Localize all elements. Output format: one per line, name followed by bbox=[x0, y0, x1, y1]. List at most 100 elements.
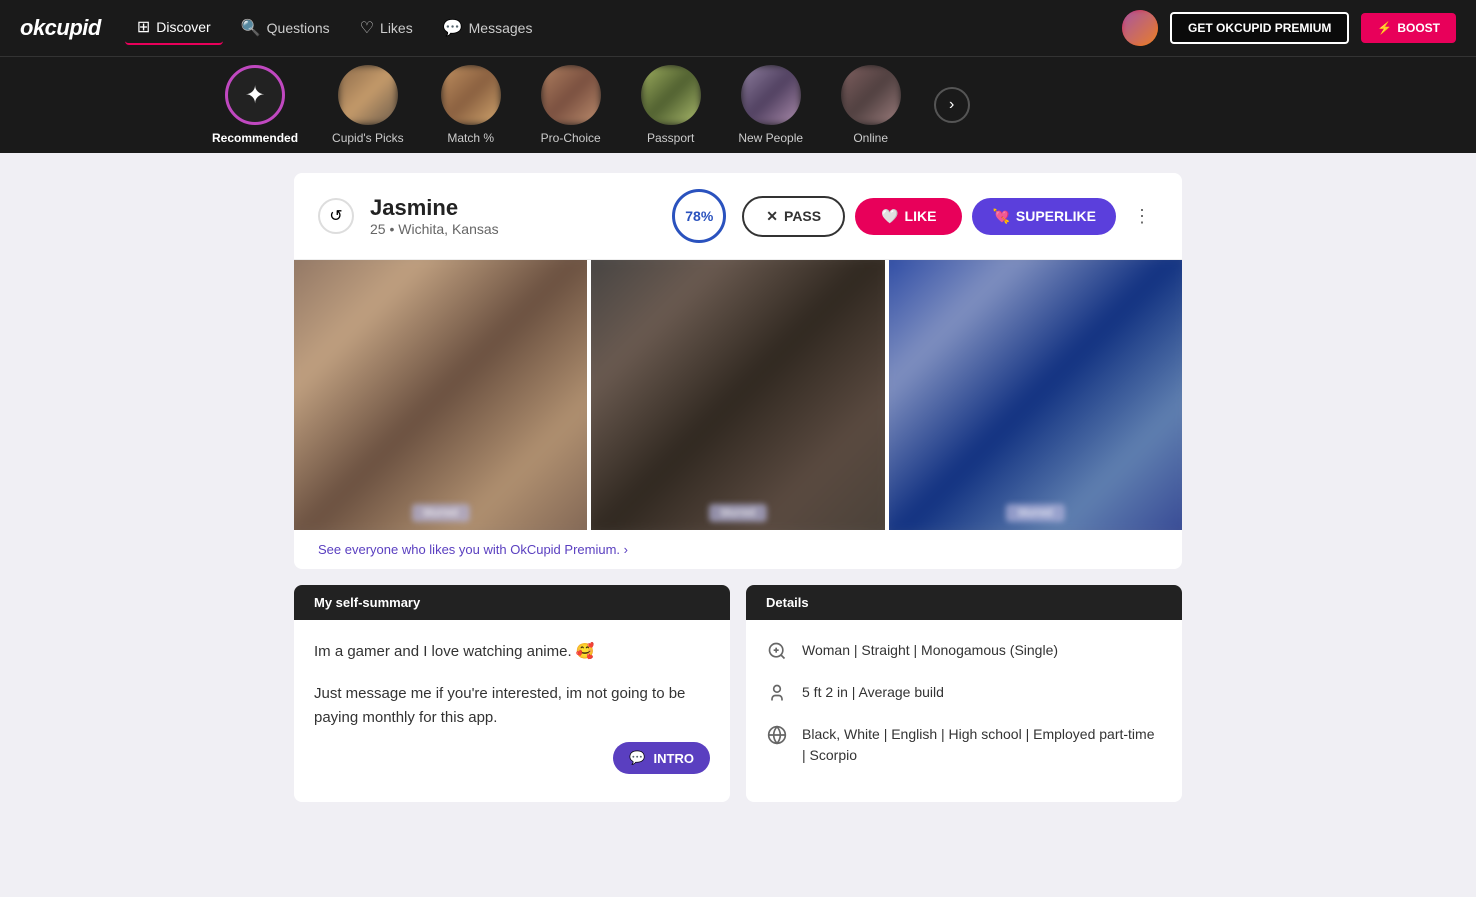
online-thumb bbox=[841, 65, 901, 125]
profile-name: Jasmine bbox=[370, 195, 656, 221]
avatar[interactable] bbox=[1122, 10, 1158, 46]
photo-1-image bbox=[294, 260, 587, 530]
profile-name-block: Jasmine 25 • Wichita, Kansas bbox=[370, 195, 656, 237]
photo-3-tag: blurred bbox=[1006, 504, 1064, 522]
pro-choice-label: Pro-Choice bbox=[541, 131, 601, 145]
new-people-thumb-img bbox=[741, 65, 801, 125]
action-buttons: ✕ PASS 🤍 LIKE 💘 SUPERLIKE ⋮ bbox=[742, 196, 1158, 237]
details-section: Details Woman | Straight | Monogamous (S… bbox=[746, 585, 1182, 802]
detail-row-background: Black, White | English | High school | E… bbox=[766, 724, 1162, 766]
category-match[interactable]: Match % bbox=[426, 57, 516, 153]
passport-thumb-img bbox=[641, 65, 701, 125]
photo-2[interactable]: blurred bbox=[591, 260, 884, 530]
nav-items: ⊞ Discover 🔍 Questions ♡ Likes 💬 Message… bbox=[125, 11, 1098, 45]
self-summary-section: My self-summary Im a gamer and I love wa… bbox=[294, 585, 730, 802]
category-pro-choice[interactable]: Pro-Choice bbox=[526, 57, 616, 153]
detail-row-gender: Woman | Straight | Monogamous (Single) bbox=[766, 640, 1162, 666]
detail-gender-text: Woman | Straight | Monogamous (Single) bbox=[802, 640, 1058, 661]
passport-thumb bbox=[641, 65, 701, 125]
nav-discover-label: Discover bbox=[156, 19, 210, 35]
nav-discover[interactable]: ⊞ Discover bbox=[125, 11, 223, 45]
globe-icon bbox=[766, 725, 788, 750]
detail-background-text: Black, White | English | High school | E… bbox=[802, 724, 1162, 766]
more-options-button[interactable]: ⋮ bbox=[1126, 200, 1158, 232]
discover-icon: ⊞ bbox=[137, 17, 150, 37]
nav-messages[interactable]: 💬 Messages bbox=[431, 12, 545, 44]
pro-choice-thumb-img bbox=[541, 65, 601, 125]
main-content: ↺ Jasmine 25 • Wichita, Kansas 78% ✕ PAS… bbox=[278, 153, 1198, 838]
photo-2-image bbox=[591, 260, 884, 530]
next-button[interactable]: › bbox=[934, 87, 970, 123]
nav-likes-label: Likes bbox=[380, 20, 413, 36]
like-button[interactable]: 🤍 LIKE bbox=[855, 198, 962, 235]
premium-button[interactable]: GET OKCUPID PREMIUM bbox=[1170, 12, 1349, 44]
summary-line-1: Im a gamer and I love watching anime. 🥰 bbox=[314, 640, 710, 664]
category-passport[interactable]: Passport bbox=[626, 57, 716, 153]
photo-2-tag: blurred bbox=[709, 504, 767, 522]
profile-header: ↺ Jasmine 25 • Wichita, Kansas 78% ✕ PAS… bbox=[294, 173, 1182, 260]
profile-card: ↺ Jasmine 25 • Wichita, Kansas 78% ✕ PAS… bbox=[294, 173, 1182, 569]
cupids-picks-label: Cupid's Picks bbox=[332, 131, 404, 145]
logo[interactable]: okcupid bbox=[20, 15, 101, 41]
intro-icon: 💬 bbox=[629, 750, 645, 766]
profile-city: Wichita, Kansas bbox=[398, 221, 498, 237]
category-recommended[interactable]: ✦ Recommended bbox=[200, 57, 310, 153]
photo-3[interactable]: blurred bbox=[889, 260, 1182, 530]
category-new-people[interactable]: New People bbox=[726, 57, 816, 153]
match-thumb bbox=[441, 65, 501, 125]
recommended-label: Recommended bbox=[212, 131, 298, 145]
questions-icon: 🔍 bbox=[241, 18, 261, 38]
cupids-picks-thumb-img bbox=[338, 65, 398, 125]
recommended-thumb: ✦ bbox=[225, 65, 285, 125]
new-people-label: New People bbox=[738, 131, 803, 145]
detail-row-height: 5 ft 2 in | Average build bbox=[766, 682, 1162, 708]
match-percentage: 78% bbox=[685, 208, 713, 224]
pass-label: PASS bbox=[784, 208, 821, 224]
pro-choice-thumb bbox=[541, 65, 601, 125]
superlike-button[interactable]: 💘 SUPERLIKE bbox=[972, 198, 1116, 235]
premium-prompt[interactable]: See everyone who likes you with OkCupid … bbox=[294, 530, 1182, 569]
details-body: Woman | Straight | Monogamous (Single) 5… bbox=[746, 620, 1182, 802]
profile-location-separator: • bbox=[389, 221, 398, 237]
messages-icon: 💬 bbox=[443, 18, 463, 38]
cupids-picks-thumb bbox=[338, 65, 398, 125]
superlike-icon: 💘 bbox=[992, 208, 1009, 225]
details-header: Details bbox=[746, 585, 1182, 620]
match-thumb-img bbox=[441, 65, 501, 125]
intro-label: INTRO bbox=[654, 751, 694, 766]
recommended-icon: ✦ bbox=[245, 81, 265, 110]
new-people-thumb bbox=[741, 65, 801, 125]
intro-button[interactable]: 💬 INTRO bbox=[613, 742, 710, 774]
boost-icon: ⚡ bbox=[1377, 21, 1392, 35]
category-online[interactable]: Online bbox=[826, 57, 916, 153]
boost-label: BOOST bbox=[1397, 21, 1440, 35]
detail-height-text: 5 ft 2 in | Average build bbox=[802, 682, 944, 703]
height-icon bbox=[766, 683, 788, 708]
category-bar: ✦ Recommended Cupid's Picks Match % Pro-… bbox=[0, 56, 1476, 153]
nav-questions[interactable]: 🔍 Questions bbox=[229, 12, 342, 44]
summary-line-2: Just message me if you're interested, im… bbox=[314, 682, 710, 730]
gender-icon bbox=[766, 641, 788, 666]
photos-row: blurred blurred blurred bbox=[294, 260, 1182, 530]
photo-1[interactable]: blurred bbox=[294, 260, 587, 530]
online-label: Online bbox=[853, 131, 888, 145]
nav-questions-label: Questions bbox=[267, 20, 330, 36]
avatar-image bbox=[1122, 10, 1158, 46]
passport-label: Passport bbox=[647, 131, 694, 145]
match-circle: 78% bbox=[672, 189, 726, 243]
pass-button[interactable]: ✕ PASS bbox=[742, 196, 845, 237]
boost-button[interactable]: ⚡ BOOST bbox=[1361, 13, 1456, 43]
pass-icon: ✕ bbox=[766, 208, 778, 225]
online-thumb-img bbox=[841, 65, 901, 125]
self-summary-body: Im a gamer and I love watching anime. 🥰 … bbox=[294, 620, 730, 794]
nav-messages-label: Messages bbox=[469, 20, 533, 36]
top-navigation: okcupid ⊞ Discover 🔍 Questions ♡ Likes 💬… bbox=[0, 0, 1476, 56]
info-grid: My self-summary Im a gamer and I love wa… bbox=[294, 585, 1182, 802]
photo-1-tag: blurred bbox=[412, 504, 470, 522]
undo-button[interactable]: ↺ bbox=[318, 198, 354, 234]
category-cupids-picks[interactable]: Cupid's Picks bbox=[320, 57, 416, 153]
nav-likes[interactable]: ♡ Likes bbox=[348, 12, 425, 44]
superlike-label: SUPERLIKE bbox=[1016, 208, 1096, 224]
photo-3-image bbox=[889, 260, 1182, 530]
self-summary-header: My self-summary bbox=[294, 585, 730, 620]
